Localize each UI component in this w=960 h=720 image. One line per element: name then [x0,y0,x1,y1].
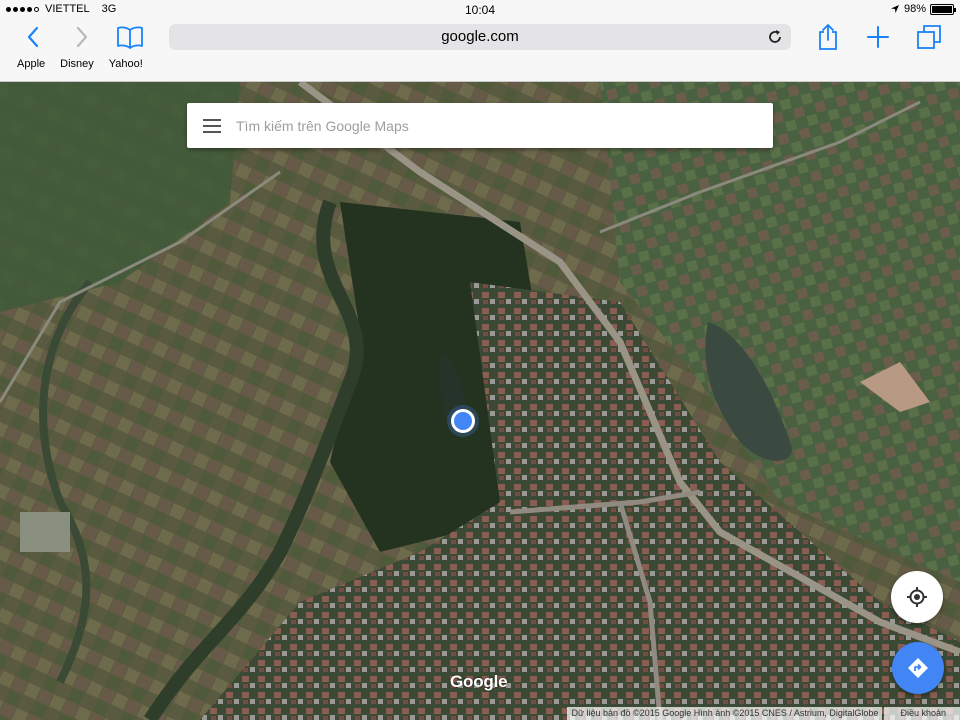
tabs-icon [917,25,941,49]
back-button[interactable] [18,22,48,52]
plus-icon [867,26,889,48]
hamburger-menu-icon[interactable] [203,119,221,133]
terms-link[interactable]: Điều khoản [884,707,960,720]
forward-chevron-icon [76,26,88,48]
attribution-text: Dữ liệu bản đồ ©2015 Google Hình ảnh ©20… [567,707,883,720]
search-placeholder: Tìm kiếm trên Google Maps [236,118,409,134]
battery-percent: 98% [903,3,926,15]
satellite-map[interactable]: Tìm kiếm trên Google Maps Google Dữ liệu… [0,82,960,720]
bookmark-apple[interactable]: Apple [17,58,45,70]
current-location-marker[interactable] [451,409,475,433]
location-arrow-icon [890,5,899,13]
open-book-icon [117,26,143,49]
google-logo: Google [450,672,508,691]
battery-icon [930,3,956,15]
status-time: 10:04 [464,3,496,17]
directions-icon [908,658,928,678]
reload-icon[interactable] [765,27,785,47]
bookmark-disney[interactable]: Disney [60,58,94,70]
bookmarks-button[interactable] [115,22,145,52]
status-right: 98% [890,3,956,15]
address-bar[interactable]: google.com [169,24,791,50]
new-tab-button[interactable] [863,22,893,52]
directions-button[interactable] [892,642,944,694]
tabs-button[interactable] [914,22,944,52]
forward-button[interactable] [67,22,97,52]
status-bar: VIETTEL 3G 10:04 98% [0,0,960,20]
my-location-button[interactable] [891,571,943,623]
share-icon [819,24,837,50]
satellite-imagery [0,82,960,720]
search-box[interactable]: Tìm kiếm trên Google Maps [187,103,773,148]
browser-toolbar: google.com Apple Disney Yahoo! [0,20,960,82]
bookmark-yahoo[interactable]: Yahoo! [109,58,143,70]
bookmarks-bar: Apple Disney Yahoo! [0,58,143,70]
my-location-icon [907,587,927,607]
share-button[interactable] [813,22,843,52]
map-attribution: Dữ liệu bản đồ ©2015 Google Hình ảnh ©20… [567,707,960,720]
back-chevron-icon [27,26,39,48]
url-text: google.com [441,28,519,45]
